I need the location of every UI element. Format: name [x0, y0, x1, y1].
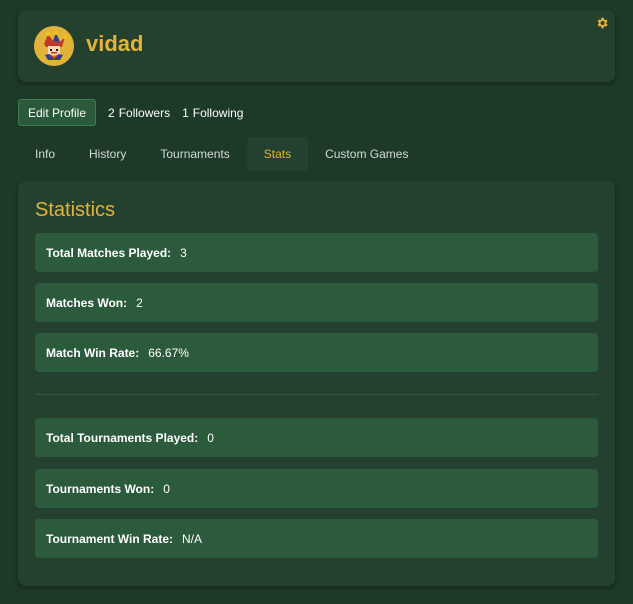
stats-panel: Statistics Total Matches Played: 3 Match… — [18, 181, 615, 586]
stat-label: Total Tournaments Played: — [46, 430, 199, 445]
avatar[interactable] — [34, 26, 74, 66]
following-label: Following — [192, 105, 244, 120]
profile-card: vidad — [18, 10, 615, 82]
followers-link[interactable]: 2 Followers — [108, 106, 170, 120]
stat-row-matches-won: Matches Won: 2 — [35, 283, 598, 322]
followers-count: 2 — [108, 105, 115, 120]
edit-profile-button[interactable]: Edit Profile — [18, 99, 97, 126]
stat-value: 66.67% — [148, 345, 189, 360]
jester-icon — [44, 31, 67, 60]
stat-value: N/A — [182, 531, 203, 546]
tab-history[interactable]: History — [72, 137, 143, 171]
stat-row-tournaments-won: Tournaments Won: 0 — [35, 469, 598, 508]
stat-row-tournament-win-rate: Tournament Win Rate: N/A — [35, 519, 598, 558]
stat-row-total-matches: Total Matches Played: 3 — [35, 233, 598, 272]
stat-row-total-tournaments: Total Tournaments Played: 0 — [35, 418, 598, 457]
stat-label: Tournament Win Rate: — [46, 531, 174, 546]
profile-tabs: Info History Tournaments Stats Custom Ga… — [18, 137, 425, 171]
stat-label: Total Matches Played: — [46, 245, 172, 260]
stat-value: 0 — [163, 481, 170, 496]
section-divider — [35, 394, 598, 395]
followers-label: Followers — [118, 105, 171, 120]
stat-row-match-win-rate: Match Win Rate: 66.67% — [35, 333, 598, 372]
tab-stats[interactable]: Stats — [246, 137, 309, 171]
stat-value: 3 — [180, 245, 187, 260]
stat-label: Matches Won: — [46, 295, 128, 310]
gear-icon[interactable] — [595, 16, 609, 30]
stat-value: 2 — [136, 295, 143, 310]
following-count: 1 — [182, 105, 189, 120]
stat-label: Tournaments Won: — [46, 481, 155, 496]
tab-custom-games[interactable]: Custom Games — [308, 137, 425, 171]
social-row: Edit Profile 2 Followers 1 Following — [18, 99, 243, 126]
stats-title: Statistics — [35, 199, 116, 221]
tab-info[interactable]: Info — [18, 137, 72, 171]
following-link[interactable]: 1 Following — [182, 106, 243, 120]
tab-tournaments[interactable]: Tournaments — [143, 137, 246, 171]
username: vidad — [86, 31, 144, 56]
stat-label: Match Win Rate: — [46, 345, 140, 360]
stat-value: 0 — [207, 430, 214, 445]
